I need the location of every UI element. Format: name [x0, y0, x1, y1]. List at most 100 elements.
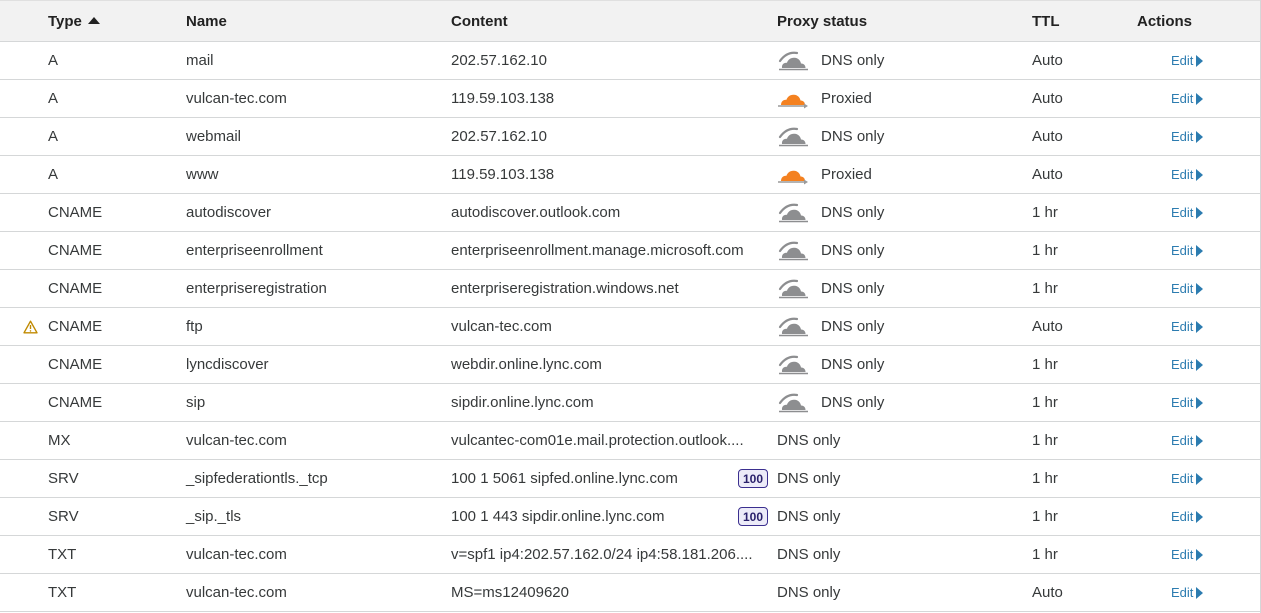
- edit-label: Edit: [1171, 433, 1194, 448]
- proxy-status-text: DNS only: [821, 242, 885, 259]
- record-proxy-status: DNS only: [777, 232, 884, 269]
- record-type: CNAME: [48, 346, 102, 383]
- table-row[interactable]: A webmail 202.57.162.10 DNS only Auto Ed…: [0, 118, 1260, 156]
- caret-right-icon: [1196, 586, 1204, 599]
- record-content: 100 1 443 sipdir.online.lync.com: [451, 498, 664, 535]
- record-type-text: A: [48, 128, 59, 145]
- edit-button[interactable]: Edit: [1171, 471, 1204, 486]
- caret-right-icon: [1196, 206, 1204, 219]
- proxy-status-text: DNS only: [777, 470, 841, 487]
- record-actions: Edit: [1171, 118, 1204, 155]
- proxy-status-text: Proxied: [821, 90, 872, 107]
- proxy-status-text: DNS only: [821, 394, 885, 411]
- table-row[interactable]: CNAME lyncdiscover webdir.online.lync.co…: [0, 346, 1260, 384]
- edit-button[interactable]: Edit: [1171, 205, 1204, 220]
- record-actions: Edit: [1171, 346, 1204, 383]
- record-name: vulcan-tec.com: [186, 574, 287, 611]
- record-ttl: 1 hr: [1032, 346, 1058, 383]
- record-ttl: Auto: [1032, 118, 1063, 155]
- record-name: mail: [186, 42, 214, 79]
- record-name: lyncdiscover: [186, 346, 269, 383]
- table-row[interactable]: CNAME enterpriseregistration enterpriser…: [0, 270, 1260, 308]
- edit-button[interactable]: Edit: [1171, 585, 1204, 600]
- table-row[interactable]: SRV _sipfederationtls._tcp 100 1 5061 si…: [0, 460, 1260, 498]
- edit-button[interactable]: Edit: [1171, 53, 1204, 68]
- caret-right-icon: [1196, 358, 1204, 371]
- record-proxy-status: DNS only: [777, 308, 884, 345]
- record-type-text: CNAME: [48, 280, 103, 297]
- column-header-ttl[interactable]: TTL: [1032, 1, 1060, 41]
- caret-right-icon: [1196, 510, 1204, 523]
- record-name: autodiscover: [186, 194, 271, 231]
- record-name: vulcan-tec.com: [186, 422, 287, 459]
- column-header-content[interactable]: Content: [451, 1, 508, 41]
- record-proxy-status: DNS only: [777, 536, 840, 573]
- table-row[interactable]: CNAME autodiscover autodiscover.outlook.…: [0, 194, 1260, 232]
- record-content-text: webdir.online.lync.com: [451, 356, 602, 373]
- record-type: TXT: [48, 536, 76, 573]
- table-row[interactable]: SRV _sip._tls 100 1 443 sipdir.online.ly…: [0, 498, 1260, 536]
- table-row[interactable]: CNAME sip sipdir.online.lync.com DNS onl…: [0, 384, 1260, 422]
- record-name-text: ftp: [186, 318, 203, 335]
- record-ttl: 1 hr: [1032, 460, 1058, 497]
- table-row[interactable]: TXT vulcan-tec.com MS=ms12409620 DNS onl…: [0, 574, 1260, 612]
- edit-button[interactable]: Edit: [1171, 547, 1204, 562]
- record-name: enterpriseregistration: [186, 270, 327, 307]
- record-type: A: [48, 80, 58, 117]
- record-name-text: _sipfederationtls._tcp: [186, 470, 328, 487]
- table-row[interactable]: A www 119.59.103.138 Proxied Auto Edit: [0, 156, 1260, 194]
- table-row[interactable]: CNAME ftp vulcan-tec.com DNS only Auto E…: [0, 308, 1260, 346]
- record-type-text: CNAME: [48, 356, 103, 373]
- edit-button[interactable]: Edit: [1171, 129, 1204, 144]
- column-header-actions: Actions: [1137, 12, 1193, 30]
- edit-button[interactable]: Edit: [1171, 357, 1204, 372]
- record-actions: Edit: [1171, 42, 1204, 79]
- record-type: CNAME: [48, 384, 102, 421]
- edit-button[interactable]: Edit: [1171, 167, 1204, 182]
- record-content-text: 100 1 443 sipdir.online.lync.com: [451, 508, 665, 525]
- edit-button[interactable]: Edit: [1171, 319, 1204, 334]
- record-ttl-text: Auto: [1032, 52, 1063, 69]
- record-content-text: vulcan-tec.com: [451, 318, 552, 335]
- column-header-proxy-status[interactable]: Proxy status: [777, 1, 867, 41]
- table-row[interactable]: A vulcan-tec.com 119.59.103.138 Proxied …: [0, 80, 1260, 118]
- table-row[interactable]: TXT vulcan-tec.com v=spf1 ip4:202.57.162…: [0, 536, 1260, 574]
- record-name-text: webmail: [186, 128, 242, 145]
- record-content: 119.59.103.138: [451, 156, 554, 193]
- record-type-text: A: [48, 166, 59, 183]
- edit-label: Edit: [1171, 471, 1194, 486]
- edit-button[interactable]: Edit: [1171, 91, 1204, 106]
- edit-button[interactable]: Edit: [1171, 281, 1204, 296]
- dns-only-cloud-icon: [778, 393, 808, 412]
- record-actions: Edit: [1171, 536, 1204, 573]
- record-actions: Edit: [1171, 308, 1204, 345]
- table-row[interactable]: A mail 202.57.162.10 DNS only Auto Edit: [0, 42, 1260, 80]
- table-row[interactable]: CNAME enterpriseenrollment enterpriseenr…: [0, 232, 1260, 270]
- record-ttl-text: 1 hr: [1032, 470, 1058, 487]
- record-proxy-status: DNS only: [777, 498, 840, 535]
- record-ttl: 1 hr: [1032, 384, 1058, 421]
- edit-button[interactable]: Edit: [1171, 509, 1204, 524]
- edit-label: Edit: [1171, 243, 1194, 258]
- column-header-name[interactable]: Name: [186, 1, 227, 41]
- record-type-text: CNAME: [48, 204, 103, 221]
- record-name-text: www: [186, 166, 219, 183]
- record-name: sip: [186, 384, 205, 421]
- column-header-type[interactable]: Type: [48, 1, 100, 41]
- record-ttl: 1 hr: [1032, 422, 1058, 459]
- table-row[interactable]: MX vulcan-tec.com vulcantec-com01e.mail.…: [0, 422, 1260, 460]
- record-type-text: A: [48, 90, 59, 107]
- edit-button[interactable]: Edit: [1171, 395, 1204, 410]
- record-content: autodiscover.outlook.com: [451, 194, 620, 231]
- record-ttl-text: 1 hr: [1032, 394, 1058, 411]
- edit-button[interactable]: Edit: [1171, 433, 1204, 448]
- edit-button[interactable]: Edit: [1171, 243, 1204, 258]
- record-actions: Edit: [1171, 156, 1204, 193]
- record-ttl: 1 hr: [1032, 194, 1058, 231]
- caret-right-icon: [1196, 396, 1204, 409]
- record-type: CNAME: [48, 232, 102, 269]
- record-ttl: 1 hr: [1032, 270, 1058, 307]
- record-proxy-status: DNS only: [777, 384, 884, 421]
- record-name-text: enterpriseregistration: [186, 280, 327, 297]
- table-header: Type Name Content Proxy status TTL Actio…: [0, 0, 1260, 42]
